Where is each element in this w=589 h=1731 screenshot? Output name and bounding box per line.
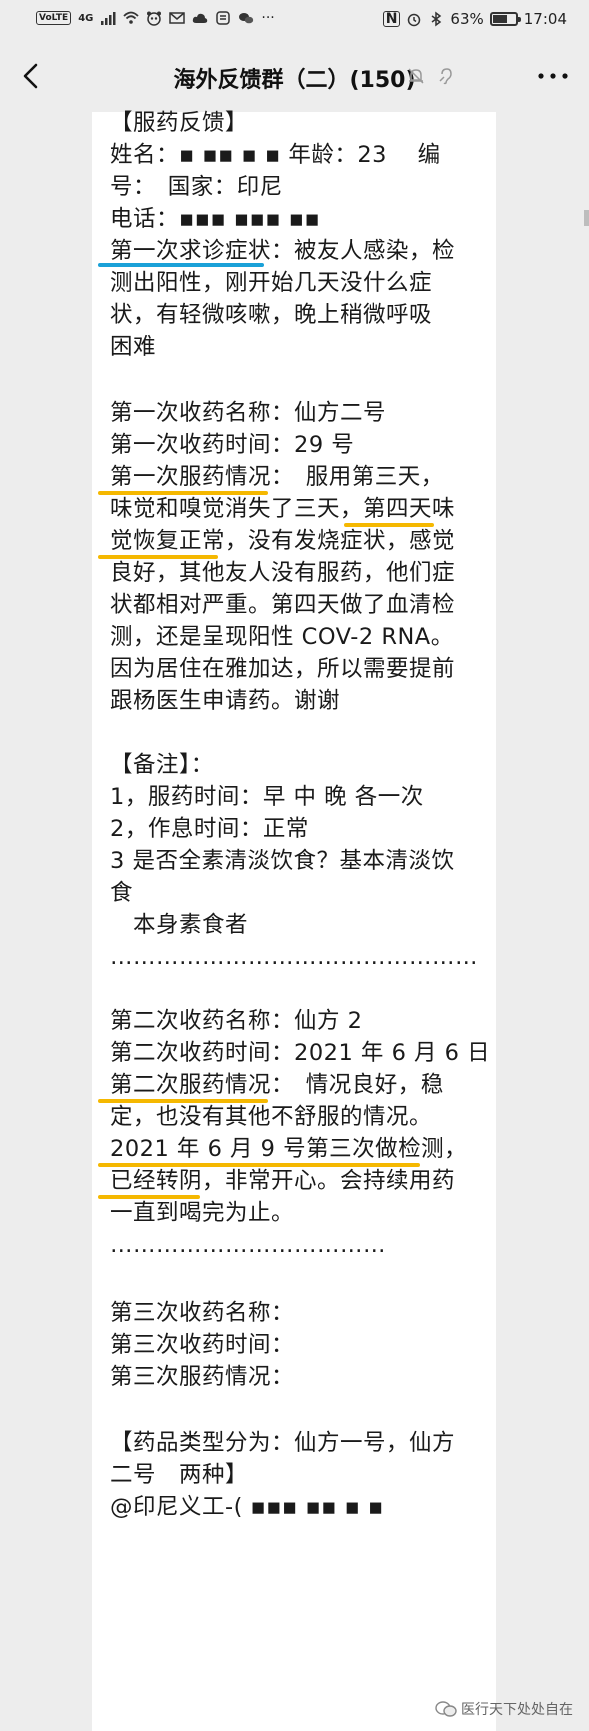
highlight-underline [98, 1099, 268, 1103]
highlight-underline [98, 555, 218, 559]
message-line: 因为居住在雅加达，所以需要提前 [110, 656, 456, 682]
message-line: 一直到喝完为止。 [110, 1200, 295, 1226]
message-line: 号： 国家：印尼 [110, 174, 283, 200]
status-bar: VoLTE 4G ··· N 63% 17:04 [0, 0, 589, 40]
message-line: 第一次服药情况： 服用第三天， [110, 464, 444, 490]
message-line: 第一次收药时间：29 号 [110, 432, 355, 458]
message-line: 已经转阴，非常开心。会持续用药 [110, 1168, 456, 1194]
message-line: ………………………………………… [110, 944, 478, 970]
wechat-official-icon [435, 1701, 457, 1717]
highlight-underline [98, 1163, 420, 1167]
message-line: 姓名：▪ ▪▪ ▪ ▪ 年龄：23 编 [110, 142, 441, 168]
status-right: N 63% 17:04 [382, 10, 567, 28]
battery-level [492, 15, 507, 23]
message-line: 2，作息时间：正常 [110, 816, 309, 842]
signal-icon [101, 12, 116, 25]
message-line: 跟杨医生申请药。谢谢 [110, 688, 341, 714]
chat-screen: VoLTE 4G ··· N 63% 17:04 海外反馈群（二）(150) 【… [0, 0, 589, 1731]
highlight-underline [344, 523, 434, 527]
wifi-icon [123, 11, 140, 24]
clipboard-icon [216, 11, 231, 25]
message-line: @印尼义工-( ▪▪▪ ▪▪ ▪ ▪ [110, 1494, 384, 1520]
message-line: 本身素食者 [110, 912, 249, 938]
nfc-icon: N [382, 11, 401, 27]
scroll-indicator[interactable] [584, 210, 589, 226]
message-line: 2021 年 6 月 9 号第三次做检测， [110, 1136, 468, 1162]
message-line: 【备注】： [110, 752, 214, 778]
mute-bell-icon [408, 68, 424, 84]
bluetooth-icon [431, 11, 442, 27]
highlight-underline [98, 1195, 200, 1199]
chat-title: 海外反馈群（二）(150) [173, 68, 416, 93]
message-line: 二号 两种】 [110, 1462, 249, 1488]
message-line: 1，服药时间：早 中 晚 各一次 [110, 784, 424, 810]
network-label: 4G [78, 12, 94, 24]
message-line: 状都相对严重。第四天做了血清检 [110, 592, 456, 618]
message-line: 第三次服药情况： [110, 1364, 295, 1390]
message-line: 味觉和嗅觉消失了三天，第四天味 [110, 496, 456, 522]
message-line: 【药品类型分为：仙方一号，仙方 [110, 1430, 456, 1456]
battery-icon [489, 12, 521, 26]
message-line: ……………………………… [110, 1232, 386, 1258]
message-line: 【服药反馈】 [110, 110, 249, 136]
message-line: 电话：▪▪▪ ▪▪▪ ▪▪ [110, 206, 321, 232]
message-line: 第二次服药情况： 情况良好，稳 [110, 1072, 444, 1098]
wechat-icon [239, 13, 254, 24]
message-line: 定，也没有其他不舒服的情况。 [110, 1104, 433, 1130]
message-line: 觉恢复正常，没有发烧症状，感觉 [110, 528, 456, 554]
message-line: 第一次求诊症状：被友人感染，检 [110, 238, 456, 264]
watermark: 医行天下处处自在 [435, 1699, 573, 1719]
message-line: 第一次收药名称：仙方二号 [110, 400, 387, 426]
mail-icon [169, 12, 186, 24]
highlight-underline [98, 263, 264, 267]
title-status-icons [406, 66, 456, 86]
message-line: 困难 [110, 334, 157, 360]
message-line: 良好，其他友人没有服药，他们症 [110, 560, 456, 586]
watermark-text: 医行天下处处自在 [461, 1702, 573, 1718]
message-line: 第三次收药时间： [110, 1332, 295, 1358]
panda-app-icon [147, 11, 162, 26]
message-line: 状，有轻微咳嗽，晚上稍微呼吸 [110, 302, 433, 328]
volte-badge: VoLTE [36, 11, 72, 25]
message-line: 测，还是呈现阳性 COV-2 RNA。 [110, 624, 454, 650]
message-line: 食 [110, 880, 134, 906]
message-line: 第二次收药时间：2021 年 6 月 6 日 [110, 1040, 491, 1066]
more-menu-icon[interactable] [533, 60, 573, 92]
clock: 17:04 [523, 10, 567, 28]
message-line: 第三次收药名称： [110, 1300, 295, 1326]
alarm-icon [408, 13, 421, 27]
message-line: 测出阳性，刚开始几天没什么症 [110, 270, 433, 296]
ear-icon [439, 68, 452, 85]
highlight-underline [98, 491, 268, 495]
cloud-icon [193, 13, 208, 23]
message-line: 3 是否全素清淡饮食？基本清淡饮 [110, 848, 455, 874]
message-line: 第二次收药名称：仙方 2 [110, 1008, 363, 1034]
more-notifications-icon: ··· [261, 10, 275, 26]
status-left: VoLTE 4G ··· [36, 10, 275, 26]
battery-percent: 63% [450, 10, 484, 28]
message-image[interactable]: 【服药反馈】姓名：▪ ▪▪ ▪ ▪ 年龄：23 编号： 国家：印尼电话：▪▪▪ … [92, 110, 496, 1731]
chat-header: 海外反馈群（二）(150) [0, 40, 589, 112]
